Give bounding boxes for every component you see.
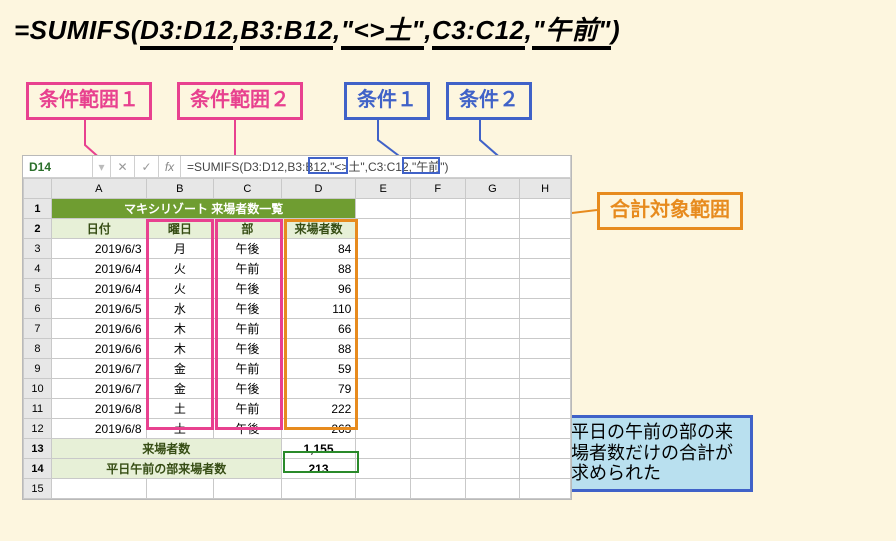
column-header-row: A B C D E F G H — [24, 179, 571, 199]
table-row: 62019/6/5水午後110 — [24, 299, 571, 319]
legend-criteria-range-2: 条件範囲２ — [177, 82, 303, 120]
col-header[interactable]: E — [356, 179, 411, 199]
col-header[interactable]: A — [51, 179, 146, 199]
col-header[interactable]: D — [281, 179, 356, 199]
formula-arg-critrange2: C3:C12 — [432, 15, 525, 50]
row-header[interactable]: 9 — [24, 359, 52, 379]
table-row: 72019/6/6木午前66 — [24, 319, 571, 339]
table-row: 122019/6/8土午後263 — [24, 419, 571, 439]
row-header[interactable]: 11 — [24, 399, 52, 419]
legend-criteria-range-1: 条件範囲１ — [26, 82, 152, 120]
formula-bar: D14 ▾ ✕ ✓ fx =SUMIFS(D3:D12,B3:B12, "<>土… — [23, 156, 571, 178]
formula-input-hl2: "午前" — [412, 158, 445, 175]
col-header[interactable]: B — [146, 179, 214, 199]
row-header[interactable]: 3 — [24, 239, 52, 259]
spreadsheet-grid[interactable]: A B C D E F G H 1 マキシリゾート 来場者数一覧 2 日付 曜日… — [23, 178, 571, 499]
row-header[interactable]: 12 — [24, 419, 52, 439]
result-callout: 平日の午前の部の来場者数だけの合計が求められた — [558, 415, 753, 492]
excel-window: D14 ▾ ✕ ✓ fx =SUMIFS(D3:D12,B3:B12, "<>土… — [22, 155, 572, 500]
row-header[interactable]: 5 — [24, 279, 52, 299]
row-header[interactable]: 13 — [24, 439, 52, 459]
formula-lead: =SUMIFS( — [14, 15, 140, 45]
cancel-icon[interactable]: ✕ — [111, 156, 135, 177]
table-row: 32019/6/3月午後84 — [24, 239, 571, 259]
row-header[interactable]: 1 — [24, 199, 52, 219]
table-row: 42019/6/4火午前88 — [24, 259, 571, 279]
table-row: 92019/6/7金午前59 — [24, 359, 571, 379]
row-header[interactable]: 2 — [24, 219, 52, 239]
col-header[interactable]: G — [465, 179, 520, 199]
fx-icon[interactable]: fx — [159, 156, 181, 177]
formula-input-tail: ) — [445, 160, 449, 174]
header-section[interactable]: 部 — [214, 219, 282, 239]
row-header[interactable]: 6 — [24, 299, 52, 319]
legend-sum-range: 合計対象範囲 — [597, 192, 743, 230]
row-header[interactable]: 15 — [24, 479, 52, 499]
formula-input[interactable]: =SUMIFS(D3:D12,B3:B12, "<>土" ,C3:C12, "午… — [181, 156, 571, 177]
table-title[interactable]: マキシリゾート 来場者数一覧 — [51, 199, 355, 219]
formula-arg-crit1: "<>土" — [341, 15, 425, 50]
col-header[interactable]: C — [214, 179, 282, 199]
formula-input-lead: =SUMIFS(D3:D12,B3:B12, — [187, 160, 330, 174]
table-row: 52019/6/4火午後96 — [24, 279, 571, 299]
table-header-row: 2 日付 曜日 部 来場者数 — [24, 219, 571, 239]
table-row: 82019/6/6木午後88 — [24, 339, 571, 359]
formula-arg-crit2: "午前" — [532, 15, 611, 50]
select-all-corner[interactable] — [24, 179, 52, 199]
table-row: 102019/6/7金午後79 — [24, 379, 571, 399]
formula-arg-critrange1: B3:B12 — [240, 15, 333, 50]
formula-tail: ) — [611, 15, 620, 45]
name-box[interactable]: D14 — [23, 156, 93, 177]
result-cell[interactable]: 213 — [281, 459, 356, 479]
formula-arg-sumrange: D3:D12 — [140, 15, 233, 50]
legend-criteria-1: 条件１ — [344, 82, 430, 120]
formula-display: =SUMIFS(D3:D12,B3:B12,"<>土",C3:C12,"午前") — [14, 10, 620, 47]
header-dow[interactable]: 曜日 — [146, 219, 214, 239]
enter-icon[interactable]: ✓ — [135, 156, 159, 177]
header-date[interactable]: 日付 — [51, 219, 146, 239]
formula-input-mid: ,C3:C12, — [365, 160, 412, 174]
row-header[interactable]: 14 — [24, 459, 52, 479]
formula-input-hl1: "<>土" — [330, 158, 365, 175]
table-title-row: 1 マキシリゾート 来場者数一覧 — [24, 199, 571, 219]
name-box-dropdown-icon[interactable]: ▾ — [93, 156, 111, 177]
row-header[interactable]: 8 — [24, 339, 52, 359]
legend-criteria-2: 条件２ — [446, 82, 532, 120]
row-header[interactable]: 4 — [24, 259, 52, 279]
row-header[interactable]: 10 — [24, 379, 52, 399]
col-header[interactable]: F — [410, 179, 465, 199]
col-header[interactable]: H — [520, 179, 571, 199]
totals-row-1: 13来場者数1,155 — [24, 439, 571, 459]
empty-row: 15 — [24, 479, 571, 499]
totals-row-2: 14平日午前の部来場者数213 — [24, 459, 571, 479]
row-header[interactable]: 7 — [24, 319, 52, 339]
header-visitors[interactable]: 来場者数 — [281, 219, 356, 239]
table-row: 112019/6/8土午前222 — [24, 399, 571, 419]
